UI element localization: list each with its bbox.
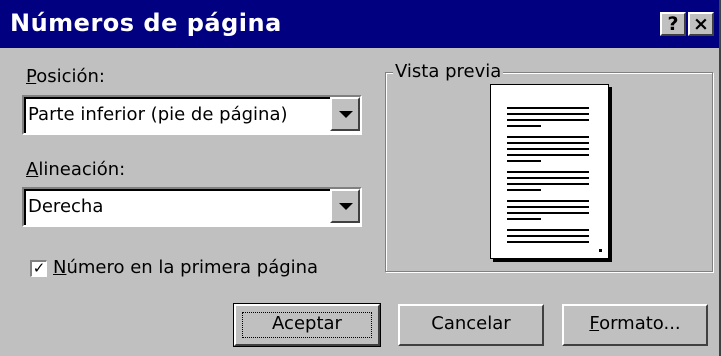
first-page-checkbox[interactable]: ✓ bbox=[30, 260, 47, 277]
alignment-select-value: Derecha bbox=[28, 196, 104, 217]
first-page-label-text: úmero en la primera página bbox=[66, 257, 319, 278]
cancel-button-label: Cancelar bbox=[431, 313, 511, 334]
cancel-button[interactable]: Cancelar bbox=[398, 304, 544, 346]
first-page-label[interactable]: Número en la primera página bbox=[53, 257, 318, 279]
position-select[interactable]: Parte inferior (pie de página) bbox=[22, 95, 362, 135]
chevron-down-icon[interactable] bbox=[330, 189, 360, 223]
accept-button[interactable]: Aceptar bbox=[233, 303, 381, 347]
dialog-title: Números de página bbox=[10, 9, 282, 37]
title-bar[interactable]: Números de página ? × bbox=[0, 0, 719, 48]
help-button[interactable]: ? bbox=[660, 12, 686, 36]
format-button-mnemonic: F bbox=[589, 313, 600, 334]
alignment-select[interactable]: Derecha bbox=[22, 187, 362, 227]
format-button[interactable]: Formato... bbox=[562, 304, 708, 346]
page-numbers-dialog: Números de página ? × Posición: Parte in… bbox=[0, 0, 721, 356]
preview-label: Vista previa bbox=[393, 61, 504, 83]
format-button-label-text: ormato... bbox=[599, 313, 681, 334]
page-preview-icon bbox=[490, 84, 609, 259]
page-number-marker bbox=[599, 249, 602, 252]
close-button[interactable]: × bbox=[688, 12, 714, 36]
alignment-label-mnemonic: A bbox=[26, 159, 39, 180]
alignment-label-text: lineación: bbox=[38, 159, 126, 180]
accept-button-label: Aceptar bbox=[272, 313, 342, 334]
position-label-text: osición: bbox=[36, 66, 105, 87]
first-page-label-mnemonic: N bbox=[53, 257, 67, 278]
format-button-label: Formato... bbox=[589, 313, 680, 334]
position-select-value: Parte inferior (pie de página) bbox=[28, 104, 288, 125]
position-label: Posición: bbox=[26, 66, 105, 88]
alignment-label: Alineación: bbox=[26, 159, 125, 181]
position-label-mnemonic: P bbox=[26, 66, 37, 87]
chevron-down-icon[interactable] bbox=[330, 97, 360, 131]
